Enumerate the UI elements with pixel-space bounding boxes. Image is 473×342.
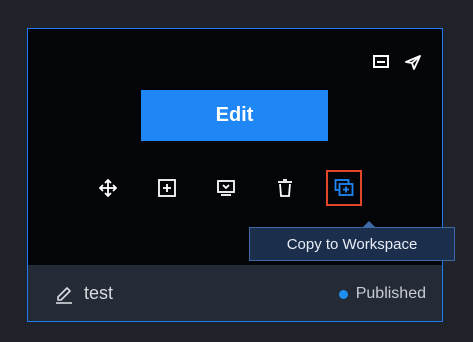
copy-to-workspace-icon: [334, 179, 354, 196]
trash-icon: [278, 179, 292, 197]
move-icon: [98, 178, 118, 198]
send-icon[interactable]: [404, 54, 422, 70]
preview-monitor-button[interactable]: [208, 170, 244, 206]
card-toolbar: [90, 170, 362, 206]
delete-button[interactable]: [267, 170, 303, 206]
screen-name-label: test: [84, 283, 114, 303]
screen-name: test: [54, 283, 113, 304]
status-dot-icon: [338, 289, 348, 299]
screen-card[interactable]: Edit Copy to Workspace test Published: [27, 28, 455, 322]
move-button[interactable]: [90, 170, 126, 206]
status-badge: Published: [338, 285, 426, 303]
status-label: Published: [355, 285, 426, 302]
card-footer: test Published: [28, 265, 442, 321]
add-frame-icon: [158, 179, 176, 197]
copy-to-workspace-button[interactable]: [326, 170, 362, 206]
preview-screen-icon[interactable]: [372, 54, 390, 70]
add-frame-button[interactable]: [149, 170, 185, 206]
card-top-actions: [372, 54, 422, 70]
monitor-icon: [217, 180, 235, 196]
copy-to-workspace-tooltip: Copy to Workspace: [249, 221, 455, 261]
edit-button[interactable]: Edit: [141, 90, 328, 141]
pencil-icon[interactable]: [54, 284, 74, 304]
